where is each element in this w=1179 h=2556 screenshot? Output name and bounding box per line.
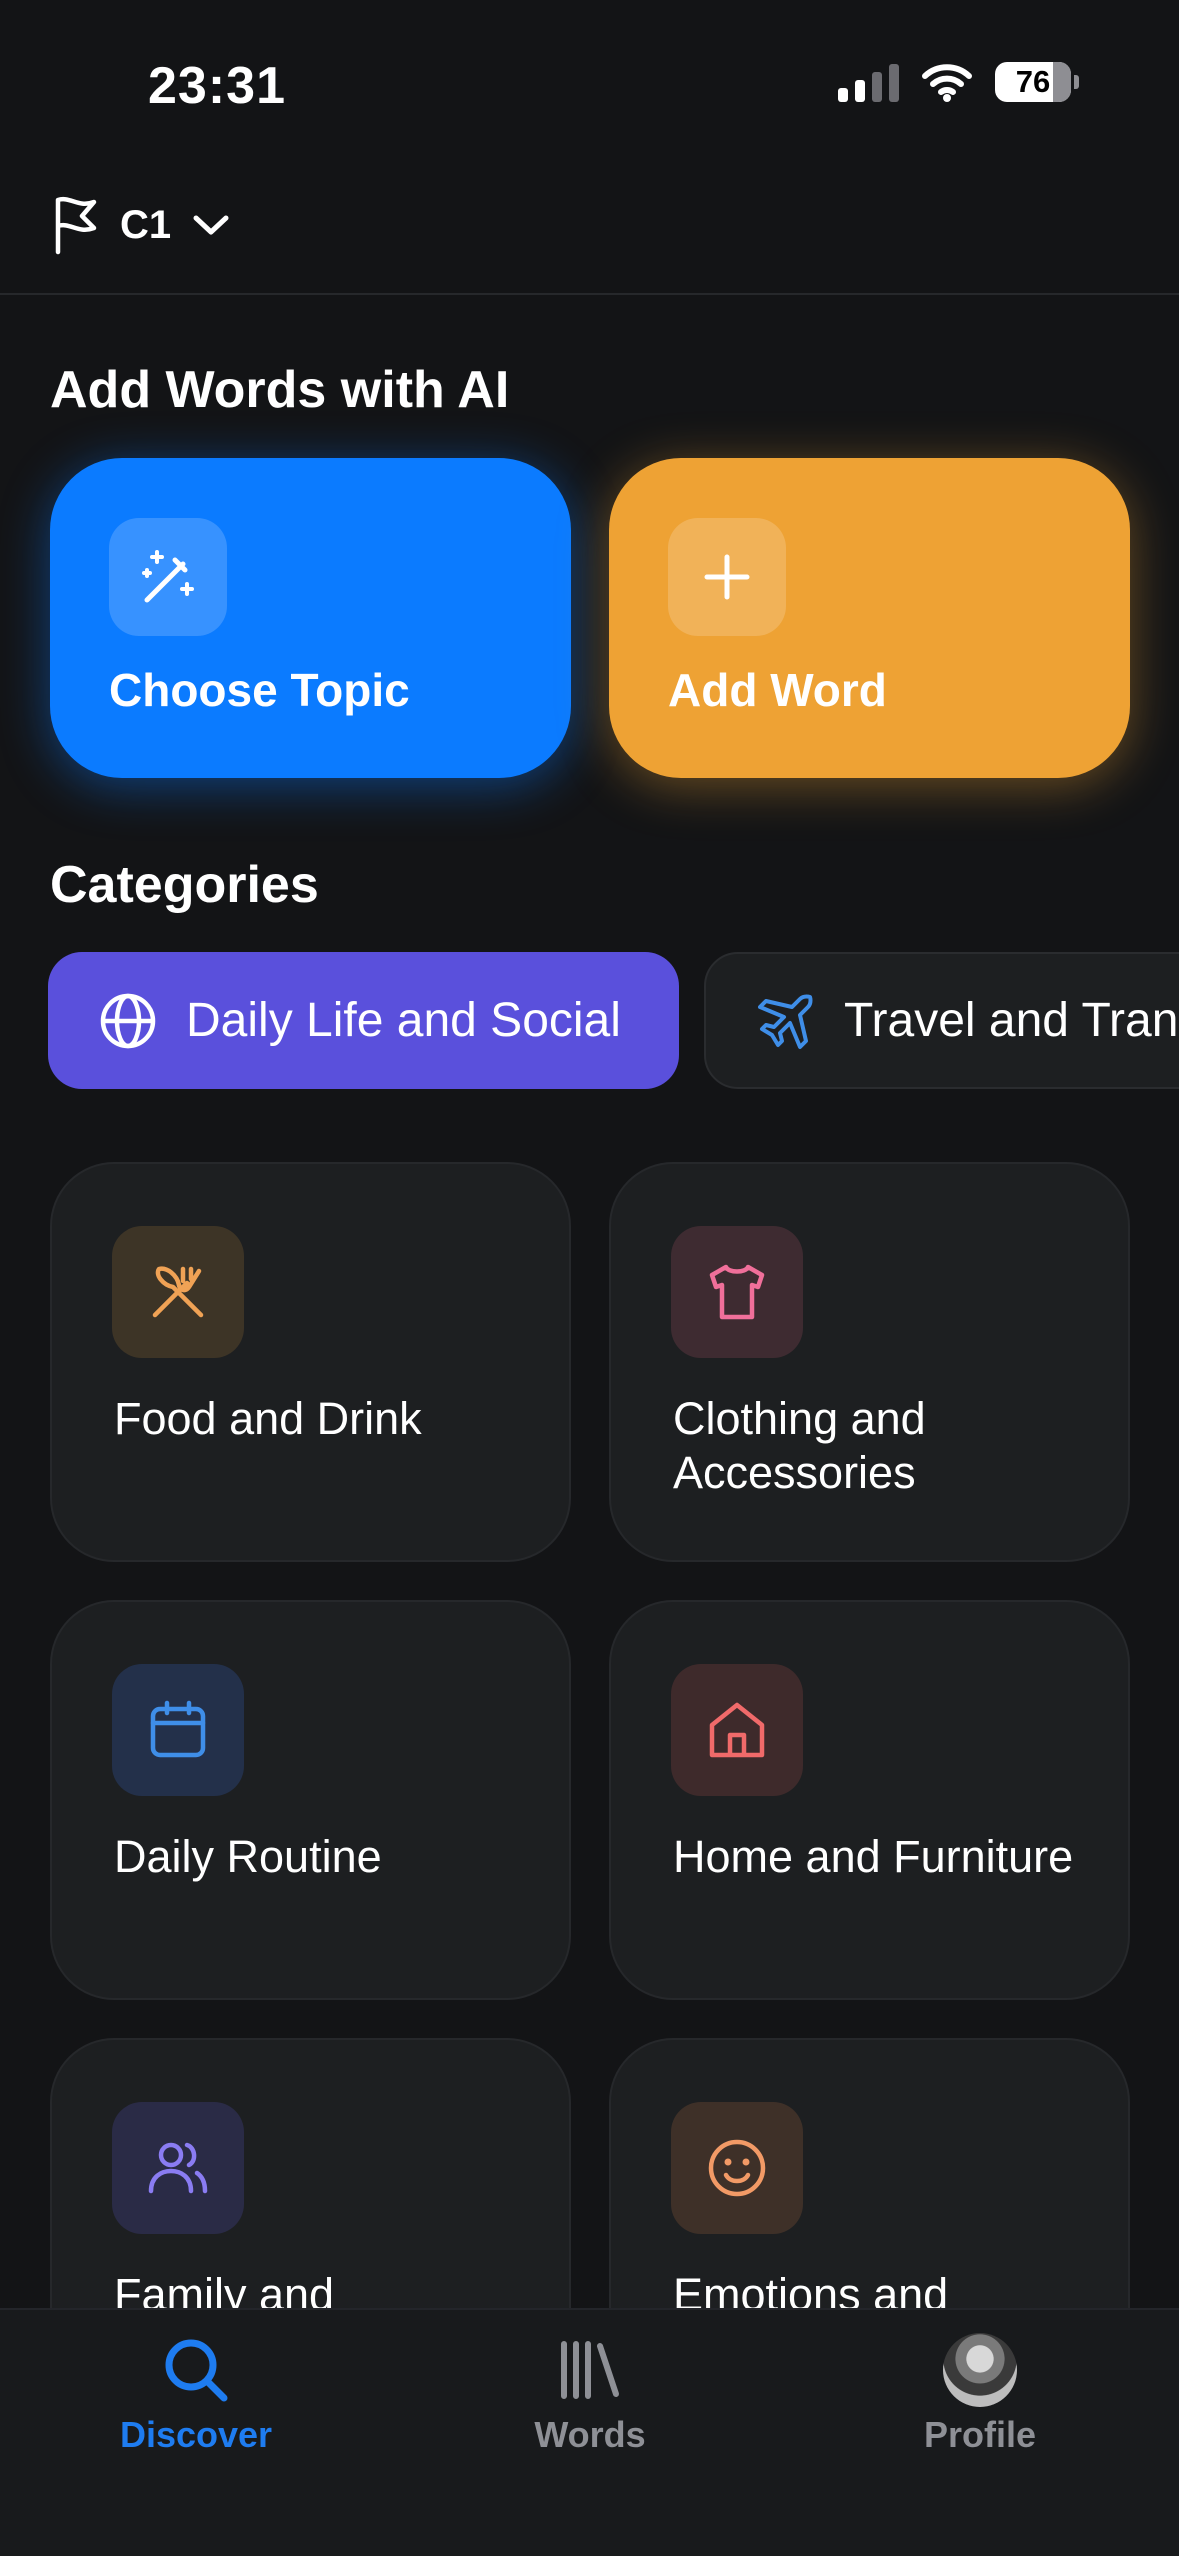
topic-daily-routine[interactable]: Daily Routine [50,1600,571,2000]
topic-clothing-and-accessories[interactable]: Clothing and Accessories [609,1162,1130,1562]
tab-discover[interactable]: Discover [66,2330,326,2480]
tab-words[interactable]: Words [460,2330,720,2480]
flag-icon [55,196,97,255]
airplane-icon [758,994,813,1049]
users-icon [112,2102,244,2234]
avatar [943,2333,1017,2407]
magic-wand-icon [109,518,227,636]
choose-topic-button[interactable]: Choose Topic [50,458,571,778]
shirt-icon [671,1226,803,1358]
cellular-signal-icon [838,62,899,102]
level-selector[interactable]: C1 [52,190,231,260]
plus-icon [668,518,786,636]
globe-icon [100,993,156,1048]
topic-label: Family and [114,2269,335,2308]
chip-daily-life-and-social[interactable]: Daily Life and Social [48,952,679,1089]
chip-label: Daily Life and Social [186,994,621,1047]
topic-label: Food and Drink [114,1393,422,1444]
tab-label: Words [534,2414,646,2455]
topic-label: Daily Routine [114,1831,382,1882]
chip-label: Travel and Tran [844,994,1179,1047]
search-icon [165,2339,228,2402]
calendar-icon [112,1664,244,1796]
battery-icon: 76 [995,62,1079,102]
house-icon [671,1664,803,1796]
add-word-button[interactable]: Add Word [609,458,1130,778]
chip-travel[interactable]: Travel and Tran [704,952,1179,1089]
status-time: 23:31 [148,57,286,115]
library-icon [561,2341,619,2399]
chevron-down-icon [193,215,229,235]
add-word-label: Add Word [668,664,887,716]
level-label: C1 [120,202,172,247]
topic-family[interactable]: Family and [50,2038,571,2308]
topic-label: Home and Furniture [673,1831,1074,1882]
topic-emotions[interactable]: Emotions and [609,2038,1130,2308]
ai-section-title: Add Words with AI [50,361,510,419]
topic-grid: Food and Drink Clothing and Accessories … [0,1160,1179,2308]
utensils-icon [112,1226,244,1358]
battery-level: 76 [1015,64,1051,99]
categories-title: Categories [50,856,319,914]
status-icons: 76 [838,62,1079,102]
header-divider [0,293,1179,295]
category-chips[interactable]: Daily Life and Social Travel and Tran [48,952,1179,1090]
topic-label: Clothing and Accessories [673,1393,926,1498]
choose-topic-label: Choose Topic [109,664,410,716]
wifi-icon [922,64,972,102]
smile-icon [671,2102,803,2234]
tab-label: Discover [119,2414,273,2455]
topic-food-and-drink[interactable]: Food and Drink [50,1162,571,1562]
tab-profile[interactable]: Profile [850,2330,1110,2480]
status-bar: 23:31 76 [0,0,1179,170]
topic-home-and-furniture[interactable]: Home and Furniture [609,1600,1130,2000]
tab-label: Profile [923,2414,1037,2455]
topic-label: Emotions and [673,2269,949,2308]
tab-bar: Discover Words Profile [0,2308,1179,2556]
